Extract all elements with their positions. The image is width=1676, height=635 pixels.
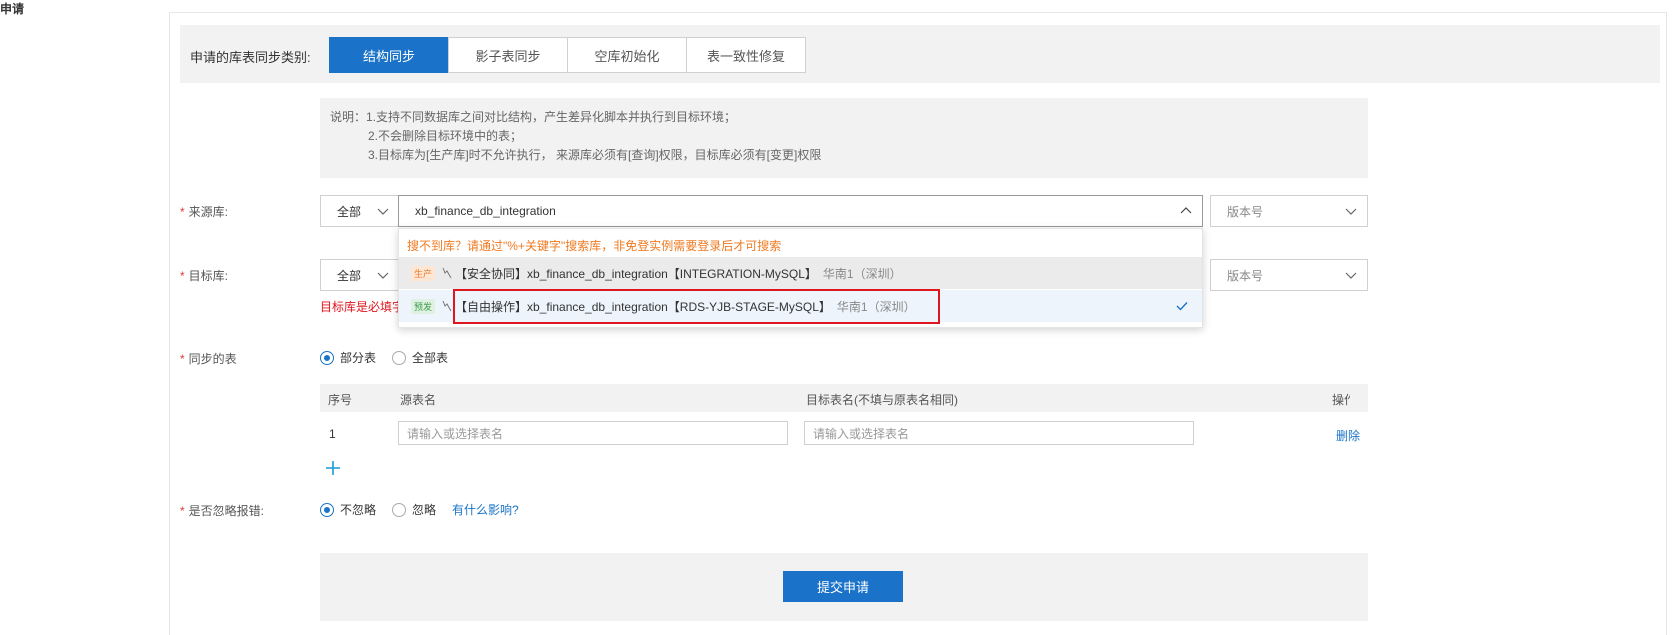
target-db-label: * 目标库: bbox=[180, 267, 228, 284]
source-db-label: * 来源库: bbox=[180, 203, 228, 220]
sync-tables-label-text: 同步的表 bbox=[188, 352, 237, 366]
source-db-input[interactable]: xb_finance_db_integration bbox=[398, 195, 1203, 227]
env-badge-prod: 生产 bbox=[411, 265, 436, 281]
required-mark: * bbox=[180, 205, 185, 219]
connection-icon bbox=[441, 300, 453, 312]
source-env-value: 全部 bbox=[337, 204, 362, 219]
option-region: 华南1（深圳） bbox=[822, 266, 902, 281]
connection-icon bbox=[441, 267, 453, 279]
chevron-down-icon bbox=[1345, 205, 1357, 217]
target-db-label-text: 目标库: bbox=[188, 269, 229, 283]
tab-shadow-table-sync[interactable]: 影子表同步 bbox=[448, 37, 568, 73]
radio-off-icon bbox=[392, 502, 407, 517]
radio-not-ignore[interactable]: 不忽略 bbox=[320, 501, 376, 518]
source-version-placeholder: 版本号 bbox=[1227, 204, 1264, 219]
ignore-errors-label: * 是否忽略报错: bbox=[180, 502, 264, 519]
chevron-down-icon bbox=[377, 269, 389, 281]
radio-label: 忽略 bbox=[412, 503, 437, 517]
required-mark: * bbox=[180, 352, 185, 366]
source-env-select[interactable]: 全部 bbox=[320, 195, 400, 227]
target-db-error: 目标库是必填字段 bbox=[320, 300, 400, 314]
source-db-value: xb_finance_db_integration bbox=[415, 204, 556, 218]
column-index: 序号 bbox=[328, 393, 353, 407]
target-env-select[interactable]: 全部 bbox=[320, 259, 400, 291]
sync-type-label: 申请的库表同步类别: bbox=[190, 50, 311, 65]
impact-help-link[interactable]: 有什么影响? bbox=[452, 501, 519, 518]
sync-type-tabs: 结构同步 影子表同步 空库初始化 表一致性修复 bbox=[329, 37, 806, 73]
target-version-select[interactable]: 版本号 bbox=[1210, 259, 1368, 291]
ignore-errors-label-text: 是否忽略报错: bbox=[188, 504, 265, 518]
sync-tables-label: * 同步的表 bbox=[180, 350, 237, 367]
column-action: 操作 bbox=[1332, 393, 1350, 407]
source-version-select[interactable]: 版本号 bbox=[1210, 195, 1368, 227]
chevron-down-icon bbox=[377, 205, 389, 217]
ignore-errors-radio-group: 不忽略 忽略 有什么影响? bbox=[320, 501, 519, 518]
radio-on-icon bbox=[320, 350, 334, 365]
description-line-3: 3.目标库为[生产库]时不允许执行， 来源库必须有[查询]权限，目标库必须有[变… bbox=[368, 148, 822, 162]
required-mark: * bbox=[180, 269, 185, 283]
target-env-value: 全部 bbox=[337, 268, 362, 283]
page-title: 申请 bbox=[0, 2, 25, 16]
radio-label: 不忽略 bbox=[340, 503, 377, 517]
description-box: 说明：1.支持不同数据库之间对比结构，产生差异化脚本并执行到目标环境； 2.不会… bbox=[320, 98, 1368, 178]
chevron-down-icon bbox=[1345, 269, 1357, 281]
source-db-label-text: 来源库: bbox=[188, 205, 229, 219]
column-target-table: 目标表名(不填与原表名相同) bbox=[806, 393, 958, 407]
required-mark: * bbox=[180, 504, 185, 518]
table-header: 序号 源表名 目标表名(不填与原表名相同) 操作 bbox=[320, 384, 1368, 412]
sync-tables-radio-group: 部分表 全部表 bbox=[320, 349, 464, 366]
dropdown-hint: 搜不到库？请通过"%+关键字"搜索库，非免登实例需要登录后才可搜索 bbox=[407, 239, 782, 253]
tab-table-consistency-repair[interactable]: 表一致性修复 bbox=[686, 37, 806, 73]
radio-label: 全部表 bbox=[412, 351, 449, 365]
env-badge-pre: 预发 bbox=[411, 298, 436, 314]
radio-partial-tables[interactable]: 部分表 bbox=[320, 349, 376, 366]
plus-icon[interactable] bbox=[325, 460, 341, 476]
row-index: 1 bbox=[329, 427, 336, 441]
radio-all-tables[interactable]: 全部表 bbox=[392, 349, 448, 366]
check-icon bbox=[1176, 300, 1188, 312]
description-line-1: 说明：1.支持不同数据库之间对比结构，产生差异化脚本并执行到目标环境； bbox=[330, 110, 737, 124]
radio-ignore[interactable]: 忽略 bbox=[392, 501, 436, 518]
selection-highlight-box bbox=[453, 289, 940, 324]
tab-empty-db-init[interactable]: 空库初始化 bbox=[567, 37, 687, 73]
radio-off-icon bbox=[392, 350, 407, 365]
option-text: 【安全协同】xb_finance_db_integration【INTEGRAT… bbox=[455, 266, 817, 281]
dropdown-option-integration[interactable]: 生产 【安全协同】xb_finance_db_integration【INTEG… bbox=[399, 257, 1202, 289]
chevron-up-icon bbox=[1180, 205, 1192, 217]
radio-on-icon bbox=[320, 502, 334, 517]
target-version-placeholder: 版本号 bbox=[1227, 268, 1264, 283]
target-table-input[interactable]: 请输入或选择表名 bbox=[804, 421, 1194, 445]
source-table-input[interactable]: 请输入或选择表名 bbox=[398, 421, 788, 445]
description-line-2: 2.不会删除目标环境中的表； bbox=[368, 129, 523, 143]
submit-button[interactable]: 提交申请 bbox=[783, 571, 903, 602]
tab-structure-sync[interactable]: 结构同步 bbox=[329, 37, 449, 73]
radio-label: 部分表 bbox=[340, 351, 377, 365]
delete-row-link[interactable]: 删除 bbox=[1336, 427, 1360, 444]
column-source-table: 源表名 bbox=[400, 393, 437, 407]
